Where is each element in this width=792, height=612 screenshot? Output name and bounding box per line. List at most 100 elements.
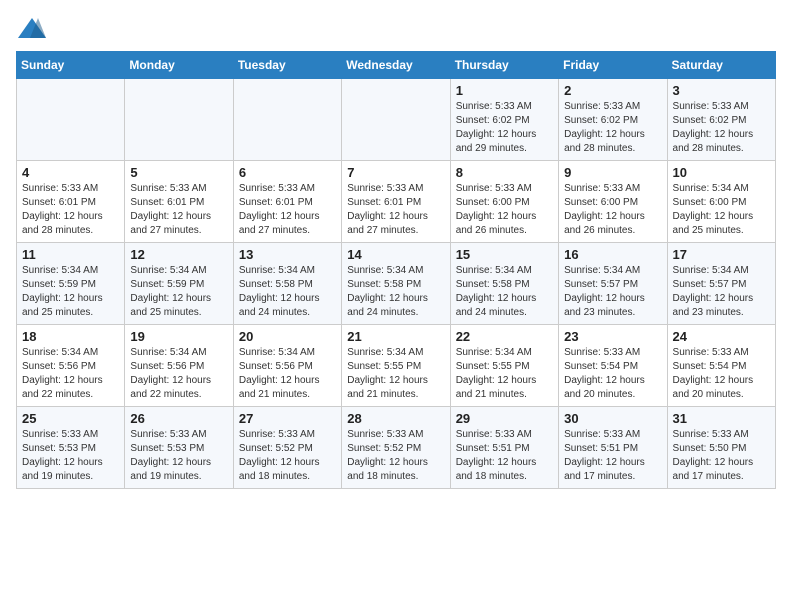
day-number: 6	[239, 165, 336, 180]
cell-details: Sunrise: 5:33 AM Sunset: 5:54 PM Dayligh…	[564, 346, 661, 402]
calendar-cell: 10 Sunrise: 5:34 AM Sunset: 6:00 PM Dayli…	[667, 161, 775, 243]
calendar-cell: 5 Sunrise: 5:33 AM Sunset: 6:01 PM Daylig…	[125, 161, 233, 243]
calendar-cell: 16 Sunrise: 5:34 AM Sunset: 5:57 PM Dayli…	[559, 243, 667, 325]
cell-details: Sunrise: 5:33 AM Sunset: 5:52 PM Dayligh…	[239, 428, 336, 484]
col-header-tuesday: Tuesday	[233, 52, 341, 79]
logo-icon	[16, 16, 48, 45]
cell-details: Sunrise: 5:34 AM Sunset: 5:56 PM Dayligh…	[130, 346, 227, 402]
cell-details: Sunrise: 5:33 AM Sunset: 5:50 PM Dayligh…	[673, 428, 770, 484]
day-number: 9	[564, 165, 661, 180]
col-header-thursday: Thursday	[450, 52, 558, 79]
cell-details: Sunrise: 5:33 AM Sunset: 6:01 PM Dayligh…	[347, 182, 444, 238]
page-header	[16, 16, 776, 45]
cell-details: Sunrise: 5:34 AM Sunset: 5:59 PM Dayligh…	[130, 264, 227, 320]
day-number: 27	[239, 411, 336, 426]
calendar-week-2: 4 Sunrise: 5:33 AM Sunset: 6:01 PM Daylig…	[17, 161, 776, 243]
cell-details: Sunrise: 5:34 AM Sunset: 5:55 PM Dayligh…	[347, 346, 444, 402]
calendar-cell: 26 Sunrise: 5:33 AM Sunset: 5:53 PM Dayli…	[125, 407, 233, 489]
cell-details: Sunrise: 5:33 AM Sunset: 5:52 PM Dayligh…	[347, 428, 444, 484]
calendar-cell: 30 Sunrise: 5:33 AM Sunset: 5:51 PM Dayli…	[559, 407, 667, 489]
cell-details: Sunrise: 5:34 AM Sunset: 5:58 PM Dayligh…	[239, 264, 336, 320]
day-number: 16	[564, 247, 661, 262]
calendar-cell: 20 Sunrise: 5:34 AM Sunset: 5:56 PM Dayli…	[233, 325, 341, 407]
calendar-cell: 11 Sunrise: 5:34 AM Sunset: 5:59 PM Dayli…	[17, 243, 125, 325]
cell-details: Sunrise: 5:34 AM Sunset: 6:00 PM Dayligh…	[673, 182, 770, 238]
cell-details: Sunrise: 5:33 AM Sunset: 5:51 PM Dayligh…	[564, 428, 661, 484]
day-number: 19	[130, 329, 227, 344]
calendar-week-4: 18 Sunrise: 5:34 AM Sunset: 5:56 PM Dayli…	[17, 325, 776, 407]
calendar-cell: 17Sunrise: 5:34 AM Sunset: 5:57 PM Dayli…	[667, 243, 775, 325]
calendar-cell: 28 Sunrise: 5:33 AM Sunset: 5:52 PM Dayli…	[342, 407, 450, 489]
calendar-cell: 23 Sunrise: 5:33 AM Sunset: 5:54 PM Dayli…	[559, 325, 667, 407]
cell-details: Sunrise: 5:34 AM Sunset: 5:57 PM Dayligh…	[564, 264, 661, 320]
calendar-cell: 9 Sunrise: 5:33 AM Sunset: 6:00 PM Daylig…	[559, 161, 667, 243]
day-number: 13	[239, 247, 336, 262]
day-number: 5	[130, 165, 227, 180]
calendar-header-row: SundayMondayTuesdayWednesdayThursdayFrid…	[17, 52, 776, 79]
col-header-friday: Friday	[559, 52, 667, 79]
col-header-saturday: Saturday	[667, 52, 775, 79]
calendar-cell	[17, 79, 125, 161]
day-number: 17	[673, 247, 770, 262]
cell-details: Sunrise: 5:33 AM Sunset: 6:02 PM Dayligh…	[673, 100, 770, 156]
day-number: 3	[673, 83, 770, 98]
day-number: 8	[456, 165, 553, 180]
calendar-cell: 2 Sunrise: 5:33 AM Sunset: 6:02 PM Daylig…	[559, 79, 667, 161]
day-number: 22	[456, 329, 553, 344]
day-number: 7	[347, 165, 444, 180]
calendar-cell: 3 Sunrise: 5:33 AM Sunset: 6:02 PM Daylig…	[667, 79, 775, 161]
day-number: 12	[130, 247, 227, 262]
cell-details: Sunrise: 5:34 AM Sunset: 5:59 PM Dayligh…	[22, 264, 119, 320]
cell-details: Sunrise: 5:33 AM Sunset: 6:00 PM Dayligh…	[564, 182, 661, 238]
day-number: 28	[347, 411, 444, 426]
day-number: 30	[564, 411, 661, 426]
cell-details: Sunrise: 5:34 AM Sunset: 5:56 PM Dayligh…	[22, 346, 119, 402]
calendar-cell: 7 Sunrise: 5:33 AM Sunset: 6:01 PM Daylig…	[342, 161, 450, 243]
calendar-cell: 31 Sunrise: 5:33 AM Sunset: 5:50 PM Dayli…	[667, 407, 775, 489]
day-number: 26	[130, 411, 227, 426]
calendar-cell: 18 Sunrise: 5:34 AM Sunset: 5:56 PM Dayli…	[17, 325, 125, 407]
calendar-cell: 22 Sunrise: 5:34 AM Sunset: 5:55 PM Dayli…	[450, 325, 558, 407]
day-number: 10	[673, 165, 770, 180]
cell-details: Sunrise: 5:34 AM Sunset: 5:56 PM Dayligh…	[239, 346, 336, 402]
day-number: 23	[564, 329, 661, 344]
calendar-cell: 27 Sunrise: 5:33 AM Sunset: 5:52 PM Dayli…	[233, 407, 341, 489]
col-header-monday: Monday	[125, 52, 233, 79]
day-number: 4	[22, 165, 119, 180]
calendar-cell: 14Sunrise: 5:34 AM Sunset: 5:58 PM Dayli…	[342, 243, 450, 325]
day-number: 24	[673, 329, 770, 344]
calendar-cell: 21Sunrise: 5:34 AM Sunset: 5:55 PM Dayli…	[342, 325, 450, 407]
day-number: 18	[22, 329, 119, 344]
day-number: 31	[673, 411, 770, 426]
cell-details: Sunrise: 5:33 AM Sunset: 6:00 PM Dayligh…	[456, 182, 553, 238]
cell-details: Sunrise: 5:33 AM Sunset: 6:01 PM Dayligh…	[130, 182, 227, 238]
calendar-cell: 12 Sunrise: 5:34 AM Sunset: 5:59 PM Dayli…	[125, 243, 233, 325]
day-number: 29	[456, 411, 553, 426]
cell-details: Sunrise: 5:33 AM Sunset: 6:01 PM Dayligh…	[239, 182, 336, 238]
day-number: 2	[564, 83, 661, 98]
cell-details: Sunrise: 5:34 AM Sunset: 5:58 PM Dayligh…	[456, 264, 553, 320]
cell-details: Sunrise: 5:33 AM Sunset: 5:53 PM Dayligh…	[130, 428, 227, 484]
calendar-cell: 15 Sunrise: 5:34 AM Sunset: 5:58 PM Dayli…	[450, 243, 558, 325]
day-number: 25	[22, 411, 119, 426]
calendar-week-3: 11 Sunrise: 5:34 AM Sunset: 5:59 PM Dayli…	[17, 243, 776, 325]
calendar-cell: 29Sunrise: 5:33 AM Sunset: 5:51 PM Dayli…	[450, 407, 558, 489]
cell-details: Sunrise: 5:34 AM Sunset: 5:55 PM Dayligh…	[456, 346, 553, 402]
cell-details: Sunrise: 5:33 AM Sunset: 6:02 PM Dayligh…	[564, 100, 661, 156]
calendar-cell: 4 Sunrise: 5:33 AM Sunset: 6:01 PM Daylig…	[17, 161, 125, 243]
cell-details: Sunrise: 5:33 AM Sunset: 6:01 PM Dayligh…	[22, 182, 119, 238]
calendar-cell: 13 Sunrise: 5:34 AM Sunset: 5:58 PM Dayli…	[233, 243, 341, 325]
calendar-cell: 8 Sunrise: 5:33 AM Sunset: 6:00 PM Daylig…	[450, 161, 558, 243]
day-number: 20	[239, 329, 336, 344]
cell-details: Sunrise: 5:33 AM Sunset: 6:02 PM Dayligh…	[456, 100, 553, 156]
calendar-table: SundayMondayTuesdayWednesdayThursdayFrid…	[16, 51, 776, 489]
logo	[16, 16, 52, 45]
calendar-cell: 24Sunrise: 5:33 AM Sunset: 5:54 PM Dayli…	[667, 325, 775, 407]
cell-details: Sunrise: 5:34 AM Sunset: 5:58 PM Dayligh…	[347, 264, 444, 320]
day-number: 15	[456, 247, 553, 262]
cell-details: Sunrise: 5:33 AM Sunset: 5:53 PM Dayligh…	[22, 428, 119, 484]
calendar-week-1: 1Sunrise: 5:33 AM Sunset: 6:02 PM Daylig…	[17, 79, 776, 161]
calendar-cell: 1Sunrise: 5:33 AM Sunset: 6:02 PM Daylig…	[450, 79, 558, 161]
day-number: 11	[22, 247, 119, 262]
col-header-wednesday: Wednesday	[342, 52, 450, 79]
